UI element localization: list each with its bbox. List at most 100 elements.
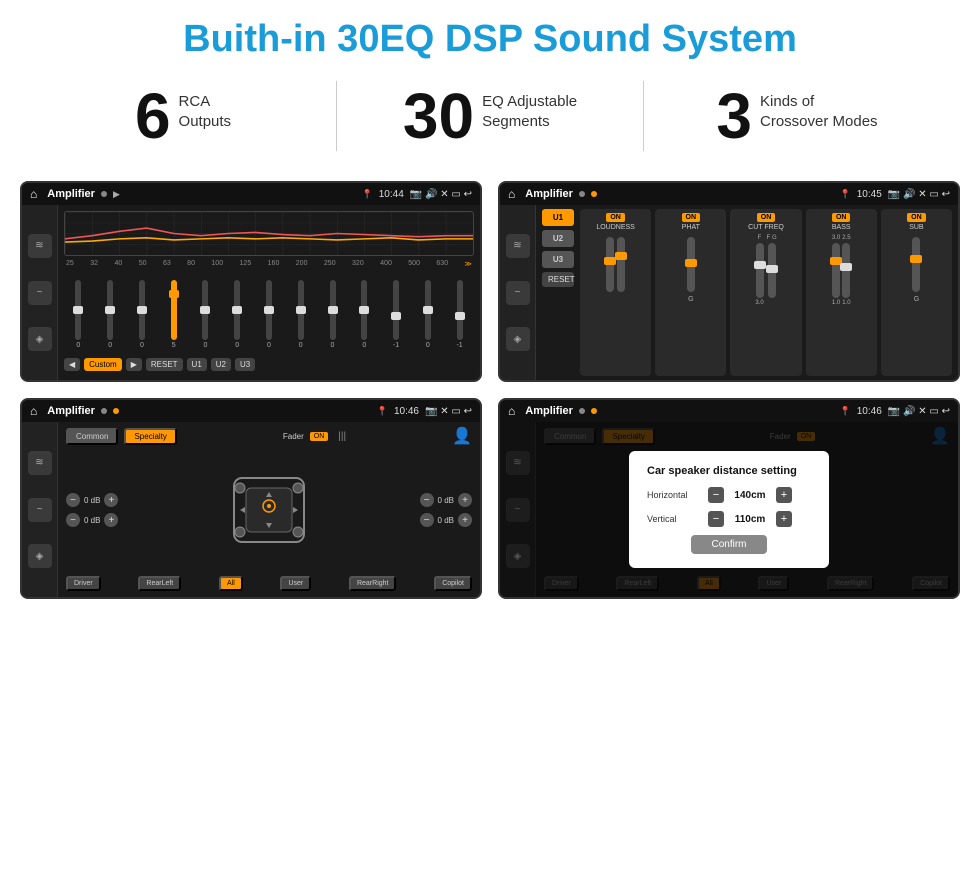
- right-minus-2[interactable]: −: [420, 513, 434, 527]
- eq-sidebar-wave-icon[interactable]: ~: [28, 281, 52, 305]
- crossover-sidebar-eq-icon[interactable]: ≋: [506, 234, 530, 258]
- car-diagram: [124, 470, 413, 550]
- fader-status-bar: ⌂ Amplifier 📍 10:46 📷 ✕ ▭ ↩: [22, 400, 480, 422]
- fader-common-tab[interactable]: Common: [66, 428, 118, 445]
- left-plus-1[interactable]: +: [104, 493, 118, 507]
- eq-slider-2[interactable]: 0: [96, 280, 125, 349]
- eq-slider-13[interactable]: -1: [445, 280, 474, 349]
- u3-btn[interactable]: U3: [542, 251, 574, 268]
- rear-left-btn[interactable]: RearLeft: [138, 576, 181, 591]
- cutfreq-slider-fg[interactable]: [768, 243, 776, 298]
- eq-u3-btn[interactable]: U3: [235, 358, 255, 371]
- cutfreq-slider-f[interactable]: [756, 243, 764, 298]
- bass-slider1[interactable]: [832, 243, 840, 298]
- crossover-reset-btn[interactable]: RESET: [542, 272, 574, 287]
- horizontal-plus-btn[interactable]: +: [776, 487, 792, 503]
- eq-slider-6[interactable]: 0: [223, 280, 252, 349]
- eq-u2-btn[interactable]: U2: [211, 358, 231, 371]
- crossover-time: 10:45: [857, 189, 882, 200]
- left-minus-2[interactable]: −: [66, 513, 80, 527]
- phat-label: PHAT: [682, 224, 700, 231]
- bass-on[interactable]: ON: [832, 213, 851, 222]
- eq-dot1: [101, 191, 107, 197]
- fader-specialty-tab[interactable]: Specialty: [124, 428, 176, 445]
- eq-prev-btn[interactable]: ◀: [64, 358, 80, 371]
- left-db-val-2: 0 dB: [84, 516, 100, 525]
- eq-location-icon: 📍: [362, 189, 373, 200]
- right-plus-2[interactable]: +: [458, 513, 472, 527]
- phat-slider[interactable]: [687, 237, 695, 292]
- home-icon[interactable]: ⌂: [30, 187, 37, 201]
- u1-btn[interactable]: U1: [542, 209, 574, 226]
- fader-on-badge[interactable]: ON: [310, 432, 329, 441]
- sub-on[interactable]: ON: [907, 213, 926, 222]
- eq-reset-btn[interactable]: RESET: [146, 358, 183, 371]
- left-db-1: − 0 dB +: [66, 493, 118, 507]
- eq-slider-10[interactable]: 0: [350, 280, 379, 349]
- eq-u1-btn[interactable]: U1: [187, 358, 207, 371]
- stat-divider-2: [643, 81, 644, 151]
- fader-sidebar-speaker-icon[interactable]: ◈: [28, 544, 52, 568]
- bass-slider2[interactable]: [842, 243, 850, 298]
- crossover-left-sidebar: ≋ ~ ◈: [500, 205, 536, 380]
- horizontal-row: Horizontal − 140cm +: [647, 487, 811, 503]
- fader-user-icon[interactable]: 👤: [452, 426, 472, 446]
- fader-dot2: [113, 408, 119, 414]
- dialog-time: 10:46: [857, 406, 882, 417]
- vertical-minus-btn[interactable]: −: [708, 511, 724, 527]
- eq-slider-8[interactable]: 0: [286, 280, 315, 349]
- crossover-sidebar-wave-icon[interactable]: ~: [506, 281, 530, 305]
- left-minus-1[interactable]: −: [66, 493, 80, 507]
- eq-slider-4[interactable]: 5: [159, 280, 188, 349]
- eq-slider-7[interactable]: 0: [255, 280, 284, 349]
- vertical-row: Vertical − 110cm +: [647, 511, 811, 527]
- fader-home-icon[interactable]: ⌂: [30, 404, 37, 418]
- user-btn[interactable]: User: [280, 576, 311, 591]
- crossover-sidebar-speaker-icon[interactable]: ◈: [506, 327, 530, 351]
- right-minus-1[interactable]: −: [420, 493, 434, 507]
- eq-slider-1[interactable]: 0: [64, 280, 93, 349]
- eq-slider-12[interactable]: 0: [413, 280, 442, 349]
- phat-on[interactable]: ON: [682, 213, 701, 222]
- confirm-button[interactable]: Confirm: [691, 535, 766, 554]
- copilot-btn[interactable]: Copilot: [434, 576, 472, 591]
- fader-main-panel: Common Specialty Fader ON ||| 👤 − 0 dB +: [58, 422, 480, 597]
- dialog-location-icon: 📍: [840, 406, 851, 417]
- screens-grid: ⌂ Amplifier ▶ 📍 10:44 📷 🔊 ✕ ▭ ↩ ≋ ~ ◈: [0, 171, 980, 619]
- eq-custom-btn[interactable]: Custom: [84, 358, 122, 371]
- right-db-1: − 0 dB +: [420, 493, 472, 507]
- dialog-home-icon[interactable]: ⌂: [508, 404, 515, 418]
- loudness-slider2[interactable]: [617, 237, 625, 292]
- eq-sidebar-eq-icon[interactable]: ≋: [28, 234, 52, 258]
- eq-play-icon: ▶: [113, 189, 120, 200]
- eq-slider-3[interactable]: 0: [128, 280, 157, 349]
- loudness-label: LOUDNESS: [596, 224, 635, 231]
- eq-sidebar-speaker-icon[interactable]: ◈: [28, 327, 52, 351]
- vertical-plus-btn[interactable]: +: [776, 511, 792, 527]
- driver-btn[interactable]: Driver: [66, 576, 101, 591]
- vertical-value: 110cm: [730, 514, 770, 525]
- fader-sidebar-eq-icon[interactable]: ≋: [28, 451, 52, 475]
- right-plus-1[interactable]: +: [458, 493, 472, 507]
- loudness-on[interactable]: ON: [606, 213, 625, 222]
- loudness-slider[interactable]: [606, 237, 614, 292]
- eq-screen-content: ≋ ~ ◈: [22, 205, 480, 380]
- eq-slider-11[interactable]: -1: [382, 280, 411, 349]
- fader-sidebar-wave-icon[interactable]: ~: [28, 498, 52, 522]
- all-btn[interactable]: All: [219, 576, 243, 591]
- left-plus-2[interactable]: +: [104, 513, 118, 527]
- eq-play-btn[interactable]: ▶: [126, 358, 142, 371]
- cutfreq-on[interactable]: ON: [757, 213, 776, 222]
- eq-slider-9[interactable]: 0: [318, 280, 347, 349]
- stat-eq: 30 EQ AdjustableSegments: [367, 84, 613, 148]
- dialog-dot2: [591, 408, 597, 414]
- horizontal-minus-btn[interactable]: −: [708, 487, 724, 503]
- rear-right-btn[interactable]: RearRight: [349, 576, 397, 591]
- dialog-screen-title: Amplifier: [525, 405, 573, 417]
- stat-number-eq: 30: [403, 84, 474, 148]
- crossover-panels: ON LOUDNESS ON PHAT G ON: [580, 209, 952, 376]
- u2-btn[interactable]: U2: [542, 230, 574, 247]
- sub-slider[interactable]: [912, 237, 920, 292]
- eq-slider-5[interactable]: 0: [191, 280, 220, 349]
- crossover-home-icon[interactable]: ⌂: [508, 187, 515, 201]
